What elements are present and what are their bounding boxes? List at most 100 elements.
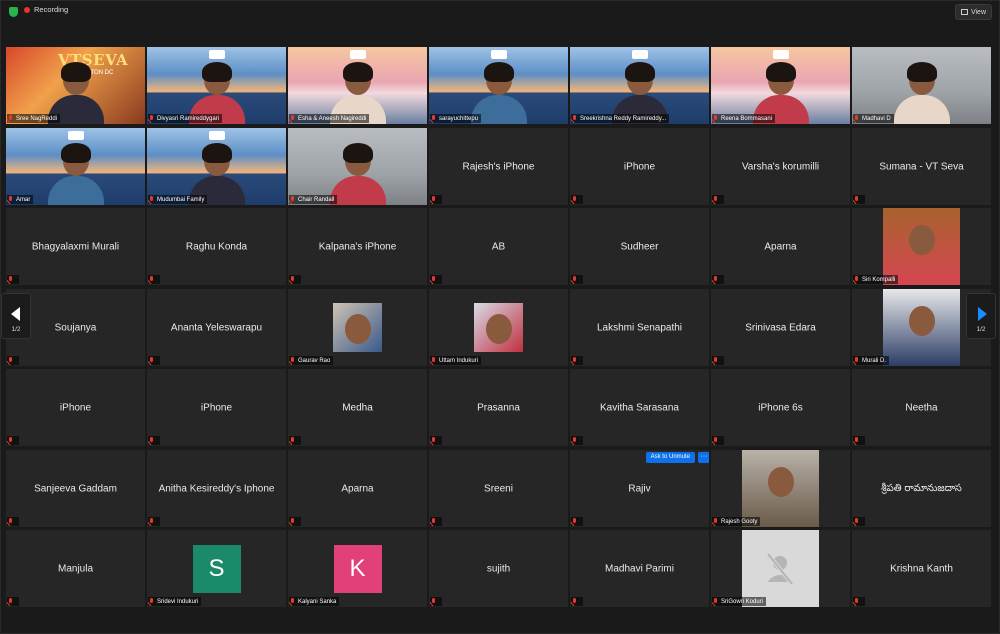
participant-tile[interactable]: Uttam Indukuri — [429, 289, 568, 366]
participant-tile[interactable]: Manjula — [6, 530, 145, 607]
participant-label: Rajesh Gooty — [712, 517, 761, 526]
participant-tile[interactable]: Chair Randall — [288, 128, 427, 205]
participant-tile[interactable]: Mudumbai Family — [147, 128, 286, 205]
next-page-button[interactable]: 1/2 — [966, 293, 996, 339]
participant-tile[interactable]: Krishna Kanth — [852, 530, 991, 607]
meeting-top-bar: Recording View — [0, 0, 1000, 24]
participant-name: Sudheer — [620, 241, 659, 252]
participant-label — [571, 356, 583, 365]
participant-label — [148, 356, 160, 365]
participant-tile[interactable]: iPhone 6s — [711, 369, 850, 446]
participant-tile[interactable]: Aparna — [711, 208, 850, 285]
participant-name: Medha — [342, 402, 373, 413]
participant-tile[interactable]: Gaurav Rao — [288, 289, 427, 366]
participant-tile[interactable]: Lakshmi Senapathi — [570, 289, 709, 366]
participant-name: Aparna — [764, 241, 797, 252]
muted-mic-icon — [149, 115, 154, 122]
participant-tile[interactable]: Kalpana's iPhone — [288, 208, 427, 285]
participant-tile[interactable]: Raghu Konda — [147, 208, 286, 285]
participant-label — [7, 356, 19, 365]
participant-tile[interactable]: Kavitha Sarasana — [570, 369, 709, 446]
participant-label-name: Rajesh Gooty — [721, 518, 758, 525]
participant-label: Chair Randall — [289, 195, 338, 204]
person-head — [908, 224, 935, 255]
gallery-grid-icon — [960, 9, 968, 15]
participant-tile[interactable]: Sanjeeva Gaddam — [6, 450, 145, 527]
participant-tile[interactable]: SriGowri Koduri — [711, 530, 850, 607]
muted-mic-icon — [8, 518, 13, 525]
previous-page-button[interactable]: 1/2 — [1, 293, 31, 339]
ask-to-unmute-button[interactable]: Ask to Unmute — [645, 452, 695, 463]
participant-tile[interactable]: sujith — [429, 530, 568, 607]
participant-tile[interactable]: Siri Kompalli — [852, 208, 991, 285]
view-button[interactable]: View — [954, 4, 992, 20]
security-shield-icon[interactable] — [9, 7, 18, 17]
participant-label — [712, 195, 724, 204]
muted-mic-icon — [149, 437, 154, 444]
participant-label: Uttam Indukuri — [430, 356, 482, 365]
participant-label: Reena Bommasani — [712, 114, 776, 123]
participant-tile[interactable]: Reena Bommasani — [711, 47, 850, 124]
participant-tile[interactable]: Prasanna — [429, 369, 568, 446]
participant-name: Rajesh's iPhone — [462, 161, 535, 172]
muted-mic-icon — [713, 276, 718, 283]
participant-name: Madhavi Parimi — [605, 563, 674, 574]
participant-tile[interactable]: S Sridevi Indukuri — [147, 530, 286, 607]
muted-mic-icon — [431, 518, 436, 525]
participant-tile[interactable]: Ananta Yeleswarapu — [147, 289, 286, 366]
participant-tile[interactable]: iPhone — [6, 369, 145, 446]
participant-tile[interactable]: Rajesh Gooty — [711, 450, 850, 527]
participant-tile[interactable]: Srinivasa Edara — [711, 289, 850, 366]
participant-tile[interactable]: Esha & Aneesh Nagireddi — [288, 47, 427, 124]
participant-tile[interactable]: AB — [429, 208, 568, 285]
participant-label — [571, 275, 583, 284]
muted-mic-icon — [854, 115, 859, 122]
muted-mic-icon — [290, 115, 295, 122]
participant-name: Sreeni — [484, 483, 513, 494]
participant-tile[interactable]: K Kalyani Sanka — [288, 530, 427, 607]
participant-tile[interactable]: Sreekrishna Reddy Ramireddy... — [570, 47, 709, 124]
participant-tile[interactable]: Medha — [288, 369, 427, 446]
participant-tile[interactable]: Sreeni — [429, 450, 568, 527]
muted-mic-icon — [8, 598, 13, 605]
participant-tile[interactable]: sarayuchittepu — [429, 47, 568, 124]
participant-label — [289, 517, 301, 526]
muted-mic-icon — [8, 357, 13, 364]
participant-tile[interactable]: Neetha — [852, 369, 991, 446]
participant-tile[interactable]: iPhone — [570, 128, 709, 205]
vtseva-logo-icon — [772, 50, 789, 59]
vtseva-logo-icon — [490, 50, 507, 59]
participant-tile[interactable]: Divyasri Ramireddygari — [147, 47, 286, 124]
participant-label — [571, 436, 583, 445]
participant-label — [430, 517, 442, 526]
recording-indicator[interactable]: Recording — [24, 5, 68, 14]
participant-tile[interactable]: Anitha Kesireddy's Iphone — [147, 450, 286, 527]
participant-tile[interactable]: VTSEVAWASHINGTON DCSree NagReddi — [6, 47, 145, 124]
participant-name: Sanjeeva Gaddam — [34, 483, 117, 494]
participant-tile[interactable]: Aparna — [288, 450, 427, 527]
recording-dot-icon — [24, 6, 30, 13]
muted-mic-icon — [713, 115, 718, 122]
muted-mic-icon — [149, 196, 154, 203]
participant-tile[interactable]: Madhavi Parimi — [570, 530, 709, 607]
participant-tile[interactable]: Varsha's korumilli — [711, 128, 850, 205]
participant-tile[interactable]: Bhagyalaxmi Murali — [6, 208, 145, 285]
participant-tile[interactable]: Rajesh's iPhone — [429, 128, 568, 205]
participant-tile[interactable]: Sudheer — [570, 208, 709, 285]
muted-mic-icon — [290, 437, 295, 444]
muted-mic-icon — [290, 598, 295, 605]
profile-photo — [883, 208, 960, 285]
participant-tile[interactable]: Rajiv Ask to Unmute ··· — [570, 450, 709, 527]
muted-mic-icon — [8, 437, 13, 444]
participant-tile[interactable]: Madhavi D — [852, 47, 991, 124]
participant-tile[interactable]: Amar — [6, 128, 145, 205]
participant-label-name: Mudumbai Family — [157, 196, 205, 203]
participant-tile[interactable]: iPhone — [147, 369, 286, 446]
participant-name: Raghu Konda — [185, 241, 248, 252]
more-options-button[interactable]: ··· — [698, 452, 709, 463]
participant-label — [853, 517, 865, 526]
participant-tile[interactable]: శ్రీపతి రామానుజదాస — [852, 450, 991, 527]
person-hair — [484, 62, 514, 82]
person-head — [767, 466, 794, 497]
participant-tile[interactable]: Sumana - VT Seva — [852, 128, 991, 205]
